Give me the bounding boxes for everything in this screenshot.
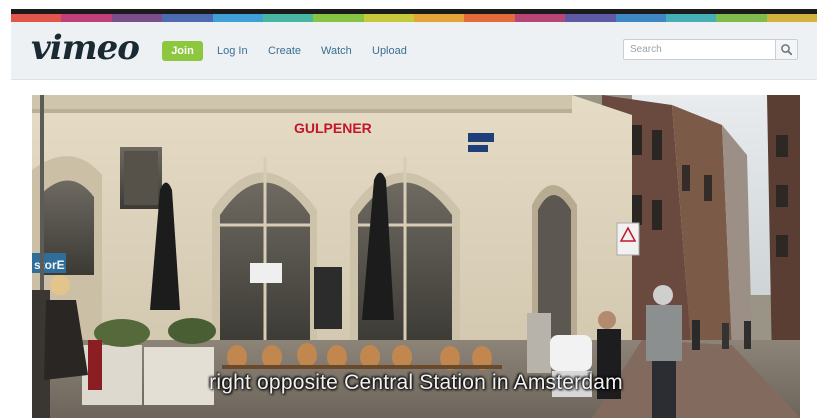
stripe-segment <box>61 14 112 22</box>
search-box <box>623 39 798 60</box>
stripe-segment <box>162 14 213 22</box>
search-input[interactable] <box>624 40 776 59</box>
join-button[interactable]: Join <box>162 41 203 61</box>
video-player[interactable]: GULPENER storE right opposite Central St… <box>32 95 800 418</box>
video-frame-image: GULPENER storE <box>32 95 800 418</box>
stripe-segment <box>212 14 263 22</box>
stripe-segment <box>565 14 616 22</box>
nav-login-link[interactable]: Log In <box>217 45 248 57</box>
stripe-segment <box>414 14 465 22</box>
stripe-segment <box>262 14 314 22</box>
stripe-segment <box>716 14 767 22</box>
nav-watch-link[interactable]: Watch <box>321 45 352 57</box>
magnifier-icon <box>781 44 793 56</box>
search-button[interactable] <box>775 40 797 59</box>
video-subtitle: right opposite Central Station in Amster… <box>209 371 623 394</box>
stripe-segment <box>363 14 414 22</box>
stripe-segment <box>665 14 717 22</box>
stripe-segment <box>766 14 817 22</box>
stripe-segment <box>111 14 163 22</box>
stripe-segment <box>464 14 515 22</box>
nav-upload-link[interactable]: Upload <box>372 45 407 57</box>
vimeo-page: vimeo Join Log In Create Watch Upload Se… <box>0 0 825 418</box>
site-header: vimeo Join Log In Create Watch Upload <box>11 22 817 80</box>
nav-create-link[interactable]: Create <box>268 45 301 57</box>
cafe-sign-text: GULPENER <box>294 120 372 136</box>
vimeo-logo[interactable]: vimeo <box>31 28 140 68</box>
stripe-segment <box>313 14 364 22</box>
brand-color-stripe <box>11 14 817 22</box>
stripe-segment <box>11 14 62 22</box>
stripe-segment <box>514 14 566 22</box>
store-sign-text: storE <box>34 258 65 272</box>
stripe-segment <box>615 14 666 22</box>
